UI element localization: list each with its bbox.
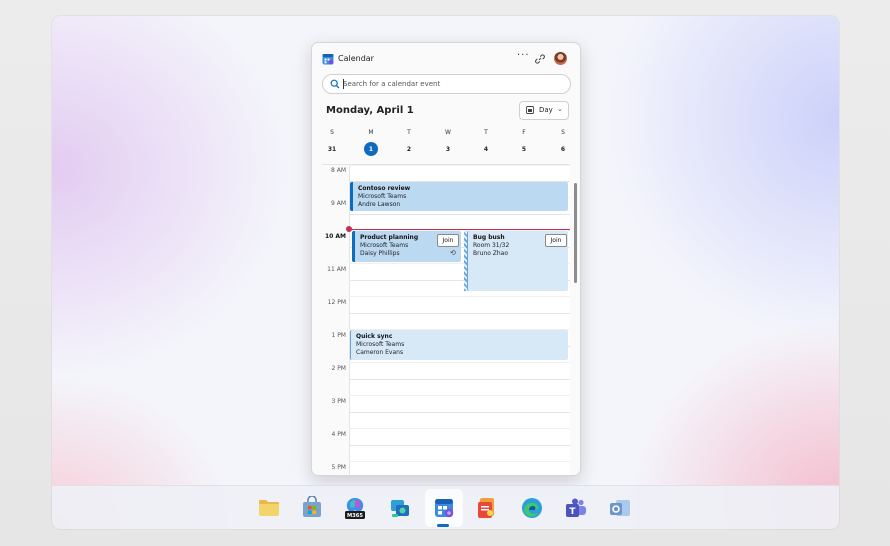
day-number[interactable]: 4 [476, 146, 496, 153]
event-contoso-review[interactable]: Contoso review Microsoft Teams Andre Law… [350, 182, 568, 211]
current-time-dot [346, 226, 352, 232]
event-organizer: Daisy Phillips [360, 250, 400, 257]
recurring-icon: ⟲ [450, 249, 456, 257]
calendar-window: Calendar ··· Monday, April 1 Day [311, 42, 581, 476]
grid-line [349, 445, 570, 446]
event-organizer: Bruno Zhao [473, 250, 509, 257]
taskbar: M365 T [52, 485, 839, 529]
day-grid[interactable]: 8 AM 9 AM 10 AM 11 AM 12 PM 1 PM 2 PM 3 … [322, 164, 570, 475]
join-button[interactable]: Join [545, 234, 567, 247]
app-title: Calendar [338, 54, 374, 63]
event-title: Quick sync [356, 333, 393, 340]
weekday-letter: M [368, 129, 374, 136]
calendar-app-icon [322, 54, 334, 65]
outlook-icon[interactable] [608, 496, 632, 520]
grid-line [349, 395, 570, 396]
hour-label: 8 AM [330, 167, 346, 174]
hour-label: 1 PM [331, 332, 346, 339]
weekday-letter: W [445, 129, 451, 136]
view-dropdown[interactable]: Day ⌄ [519, 101, 569, 120]
grid-line [349, 165, 570, 166]
m365-badge: M365 [347, 513, 363, 519]
grid-line [349, 461, 570, 462]
day-number[interactable]: 2 [399, 146, 419, 153]
grid-line [349, 296, 570, 297]
hour-label-current: 10 AM [324, 233, 346, 240]
edge-icon[interactable] [520, 496, 544, 520]
event-quick-sync[interactable]: Quick sync Microsoft Teams Cameron Evans [350, 330, 568, 360]
search-input[interactable] [343, 77, 563, 90]
grid-line [349, 214, 570, 215]
day-number[interactable]: 6 [553, 146, 573, 153]
event-organizer: Andre Lawson [358, 201, 401, 208]
chevron-down-icon: ⌄ [557, 105, 563, 113]
current-time-line [349, 229, 570, 230]
hour-label: 2 PM [331, 365, 346, 372]
microsoft-store-icon[interactable] [300, 496, 324, 520]
event-location: Microsoft Teams [358, 193, 407, 200]
search-box[interactable] [322, 74, 571, 94]
weekday-letter: S [330, 129, 334, 136]
weekday-letter: F [522, 129, 526, 136]
dev-home-icon[interactable] [388, 496, 412, 520]
week-strip: S M T W T F S 31 1 2 3 4 5 6 [312, 127, 580, 161]
text-caret [343, 79, 344, 89]
title-bar: Calendar ··· [312, 43, 580, 75]
view-label: Day [539, 106, 553, 114]
grid-line [349, 412, 570, 413]
desktop: Calendar ··· Monday, April 1 Day [52, 16, 839, 529]
office-hub-icon[interactable] [475, 496, 499, 520]
link-icon[interactable] [534, 53, 546, 65]
grid-line [349, 313, 570, 314]
hour-label: 11 AM [327, 266, 346, 273]
day-number-today[interactable]: 1 [361, 146, 381, 153]
scrollbar-thumb[interactable] [574, 183, 577, 283]
grid-line [349, 379, 570, 380]
time-gutter [322, 165, 350, 475]
weekday-letter: S [561, 129, 565, 136]
m365-copilot-icon[interactable]: M365 [343, 496, 367, 520]
hour-label: 5 PM [331, 464, 346, 471]
grid-line [349, 362, 570, 363]
calendar-day-icon [526, 106, 534, 114]
day-number[interactable]: 3 [438, 146, 458, 153]
more-options-button[interactable]: ··· [517, 50, 530, 61]
weekday-letter: T [407, 129, 411, 136]
search-icon [330, 79, 340, 89]
weekday-letter: T [484, 129, 488, 136]
user-avatar[interactable] [554, 52, 567, 65]
hour-label: 4 PM [331, 431, 346, 438]
file-explorer-icon[interactable] [257, 496, 281, 520]
event-location: Microsoft Teams [356, 341, 405, 348]
active-app-indicator [437, 524, 449, 527]
event-title: Contoso review [358, 185, 411, 192]
join-button[interactable]: Join [437, 234, 459, 247]
date-heading: Monday, April 1 [326, 105, 414, 116]
hour-label: 9 AM [330, 200, 346, 207]
teams-icon[interactable]: T [564, 496, 588, 520]
event-organizer: Cameron Evans [356, 349, 404, 356]
hour-label: 12 PM [327, 299, 346, 306]
calendar-taskbar-icon[interactable] [432, 496, 456, 520]
hour-label: 3 PM [331, 398, 346, 405]
day-number[interactable]: 31 [322, 146, 342, 153]
grid-line [349, 428, 570, 429]
svg-text:T: T [569, 507, 576, 517]
day-number[interactable]: 5 [514, 146, 534, 153]
